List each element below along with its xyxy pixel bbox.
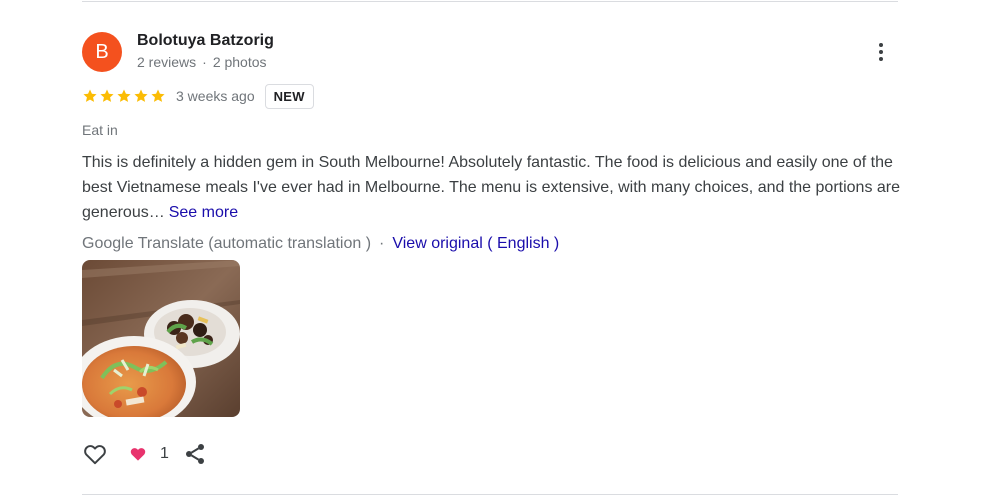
heart-outline-icon[interactable] xyxy=(82,441,108,467)
dining-mode: Eat in xyxy=(82,122,118,138)
star-icon xyxy=(83,89,97,102)
avatar[interactable]: B xyxy=(82,32,122,72)
star-icon xyxy=(100,89,114,102)
review-text: This is definitely a hidden gem in South… xyxy=(82,150,902,225)
star-icon xyxy=(134,89,148,102)
reviewer-name[interactable]: Bolotuya Batzorig xyxy=(137,32,274,50)
review-count: 2 reviews xyxy=(137,54,197,70)
review-time: 3 weeks ago xyxy=(176,88,255,104)
star-icon xyxy=(117,89,131,102)
view-original-link[interactable]: View original ( English ) xyxy=(392,235,559,252)
translation-row: Google Translate (automatic translation … xyxy=(82,235,559,253)
review-photo[interactable] xyxy=(82,260,240,417)
star-rating xyxy=(82,88,166,104)
food-photo-image xyxy=(82,260,240,417)
see-more-link[interactable]: See more xyxy=(169,204,238,221)
new-badge: NEW xyxy=(264,83,314,109)
top-divider xyxy=(82,1,898,2)
reviewer-meta: 2 reviews · 2 photos xyxy=(137,54,267,70)
more-vert-icon[interactable] xyxy=(866,36,896,68)
translation-label: Google Translate (automatic translation … xyxy=(82,235,372,252)
review-card: B Bolotuya Batzorig 2 reviews · 2 photos 3… xyxy=(0,0,998,496)
action-bar: 1 xyxy=(82,440,207,468)
reaction-count: 1 xyxy=(160,445,169,462)
star-icon xyxy=(151,89,165,102)
share-icon[interactable] xyxy=(183,442,207,466)
heart-filled-icon xyxy=(130,448,146,461)
bottom-divider xyxy=(82,494,898,495)
meta-separator: · xyxy=(202,54,207,70)
rating-row: 3 weeks ago NEW xyxy=(82,83,314,109)
photo-count: 2 photos xyxy=(212,54,267,70)
translation-separator: · xyxy=(379,235,385,252)
reaction-summary[interactable]: 1 xyxy=(128,444,169,464)
